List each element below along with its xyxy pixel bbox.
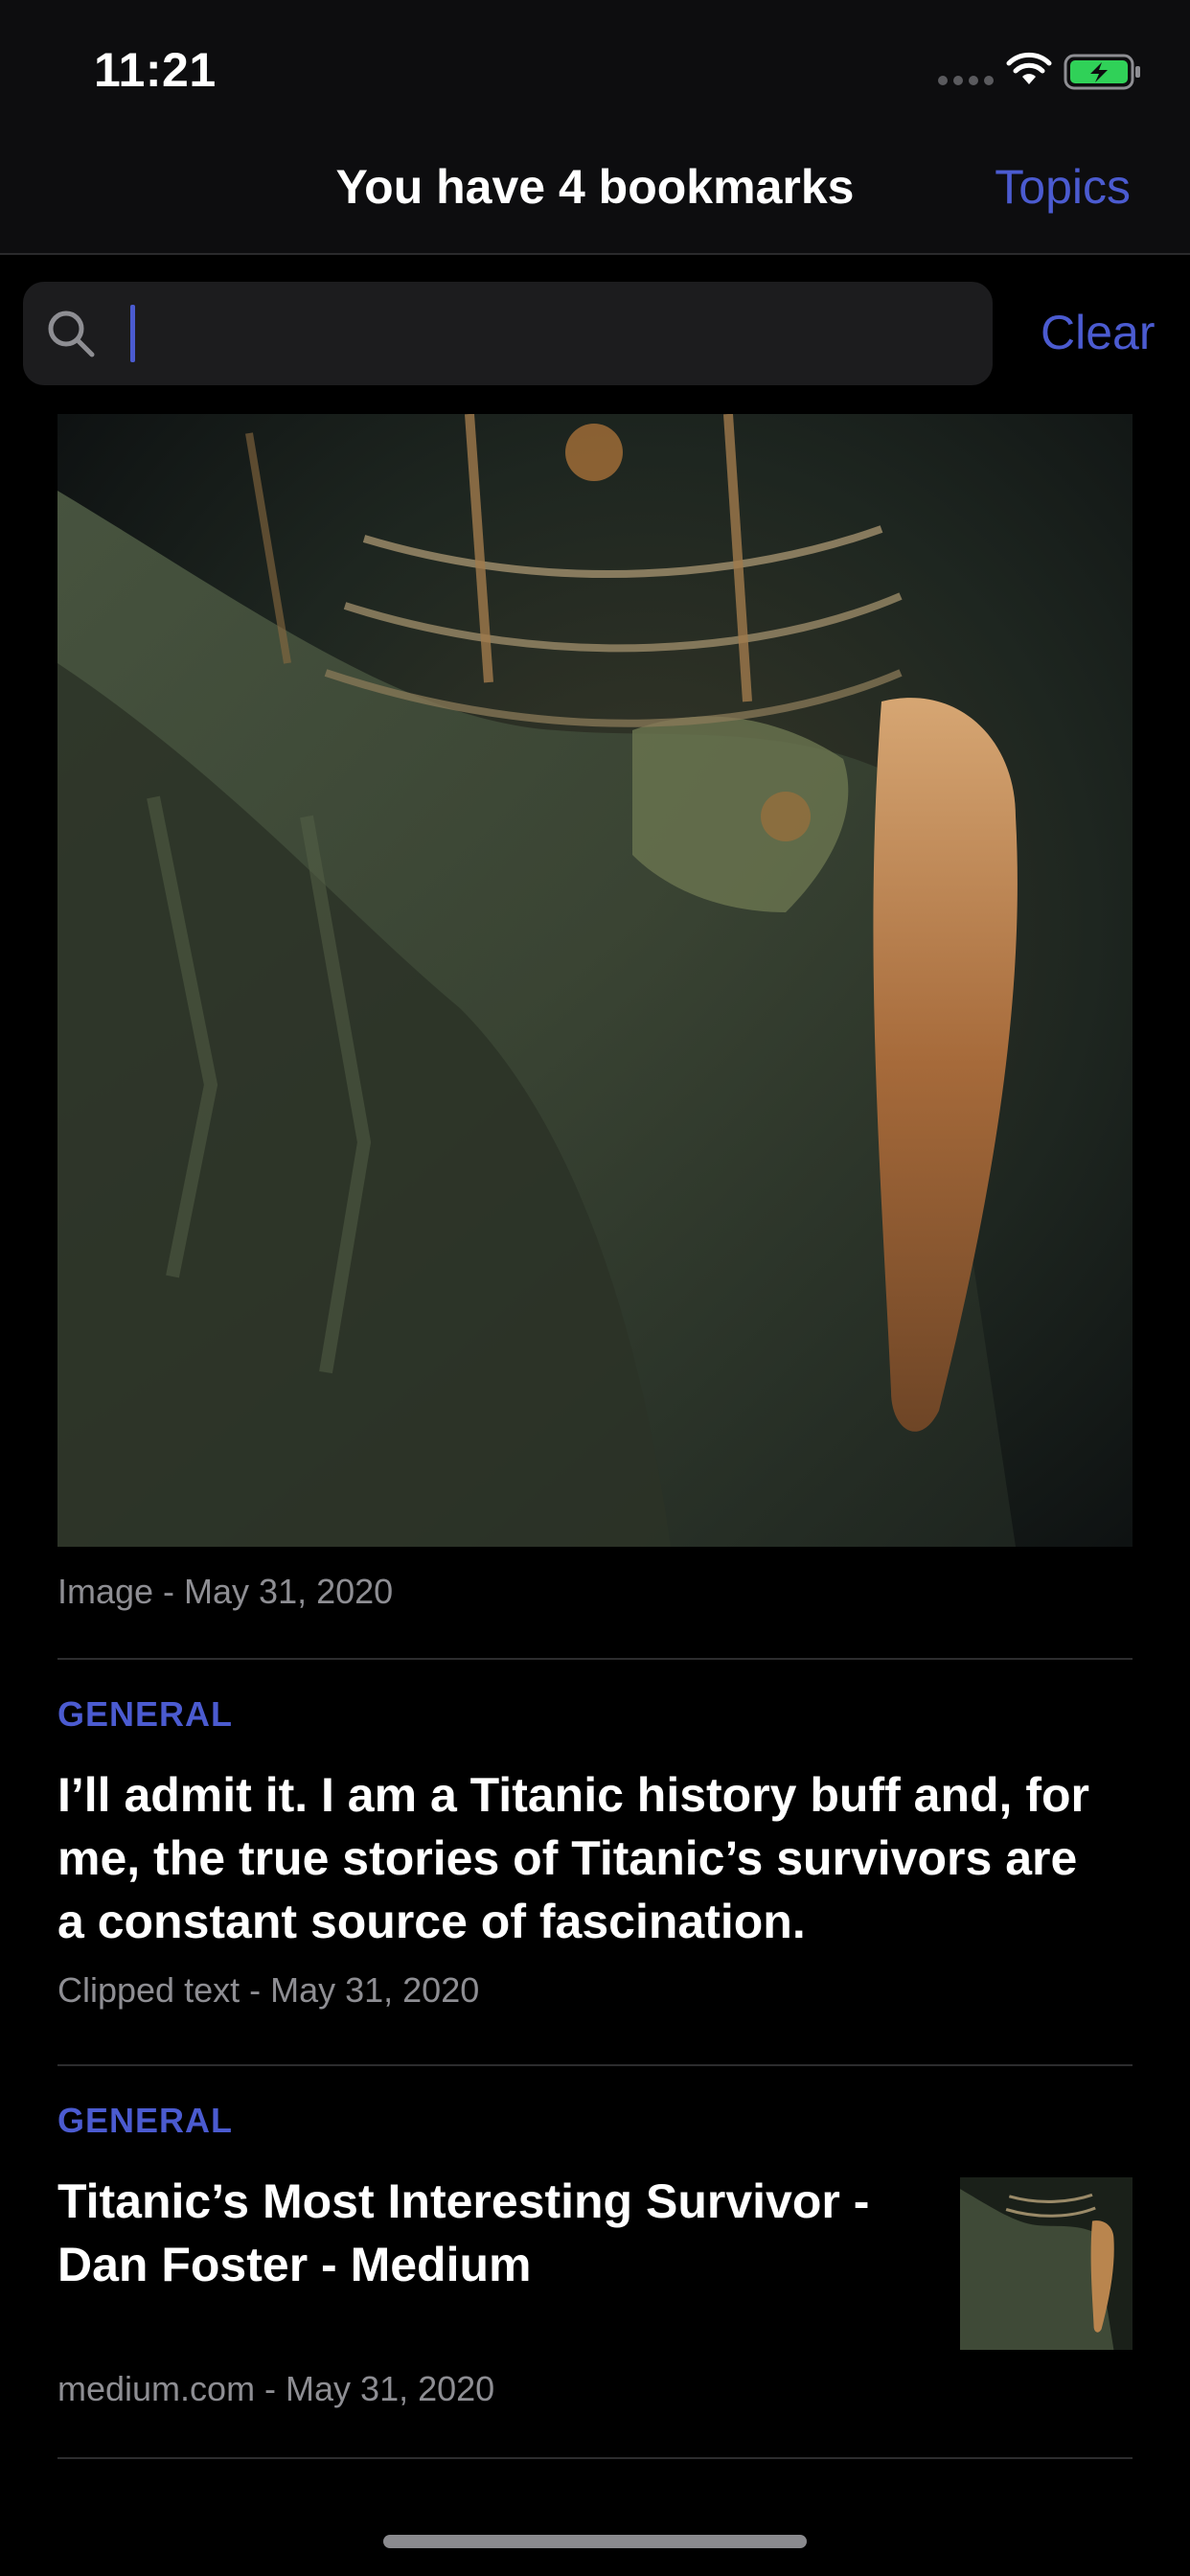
signal-dots-icon (938, 76, 994, 85)
topic-label: GENERAL (57, 1694, 234, 1734)
divider (57, 2457, 1133, 2459)
bookmark-title: Titanic’s Most Interesting Survivor - Da… (57, 2170, 920, 2296)
home-indicator[interactable] (383, 2535, 807, 2548)
text-cursor (130, 305, 135, 362)
title-line: me, the true stories of Titanic’s surviv… (57, 1831, 1078, 1885)
bookmarks-screen: 11:21 You have 4 bookmarks Topics Clear … (0, 0, 1190, 2576)
link-thumbnail (960, 2177, 1133, 2350)
divider (57, 2064, 1133, 2066)
search-icon (48, 310, 95, 357)
bookmark-title: I’ll admit it. I am a Titanic history bu… (57, 1763, 1133, 1953)
battery-charging-icon (1064, 54, 1140, 90)
navigation-bar: 11:21 You have 4 bookmarks Topics (0, 0, 1190, 255)
bookmark-meta: Clipped text - May 31, 2020 (57, 1970, 480, 2010)
search-input[interactable] (109, 297, 972, 370)
title-line: Titanic’s Most Interesting Survivor - (57, 2174, 870, 2228)
topics-button[interactable]: Topics (995, 159, 1131, 215)
bookmark-link[interactable]: GENERAL Titanic’s Most Interesting Survi… (57, 2101, 1133, 2417)
bookmark-meta: Image - May 31, 2020 (57, 1572, 394, 1611)
status-time: 11:21 (94, 43, 217, 97)
topic-label: GENERAL (57, 2101, 234, 2140)
wreck-thumbnail (960, 2177, 1133, 2350)
clear-button[interactable]: Clear (1041, 305, 1155, 360)
title-line: a constant source of fascination. (57, 1895, 806, 1948)
wreck-photo (57, 414, 1133, 1547)
bookmark-meta: medium.com - May 31, 2020 (57, 2369, 495, 2408)
title-line: Dan Foster - Medium (57, 2238, 532, 2291)
bookmark-image[interactable] (57, 414, 1133, 1547)
search-bar[interactable] (23, 282, 993, 385)
bookmark-clipped-text[interactable]: GENERAL I’ll admit it. I am a Titanic hi… (57, 1694, 1133, 2068)
wifi-icon (1006, 52, 1052, 84)
title-line: I’ll admit it. I am a Titanic history bu… (57, 1768, 1089, 1822)
divider (57, 1658, 1133, 1660)
